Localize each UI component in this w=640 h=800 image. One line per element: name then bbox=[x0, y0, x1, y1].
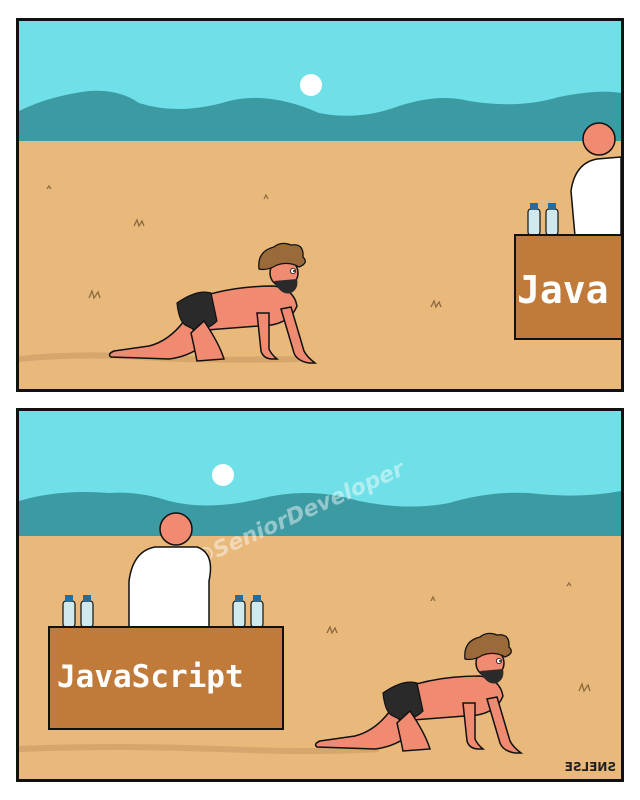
sign-label-javascript: JavaScript bbox=[57, 659, 244, 695]
panel-bottom-scene: @SeniorDeveloper JavaScript SNELSE bbox=[19, 411, 621, 779]
sign-label-java: Java bbox=[517, 268, 609, 312]
artist-signature: SNELSE bbox=[565, 760, 616, 774]
comic-panel-bottom: @SeniorDeveloper JavaScript SNELSE bbox=[16, 408, 624, 782]
seller-shirt bbox=[128, 546, 212, 630]
comic-panel-top: Java bbox=[16, 18, 624, 392]
seller-head bbox=[582, 122, 616, 156]
sun bbox=[300, 74, 322, 96]
seller-head bbox=[159, 512, 193, 546]
panel-top-scene: Java bbox=[19, 21, 621, 389]
sun bbox=[212, 464, 234, 486]
